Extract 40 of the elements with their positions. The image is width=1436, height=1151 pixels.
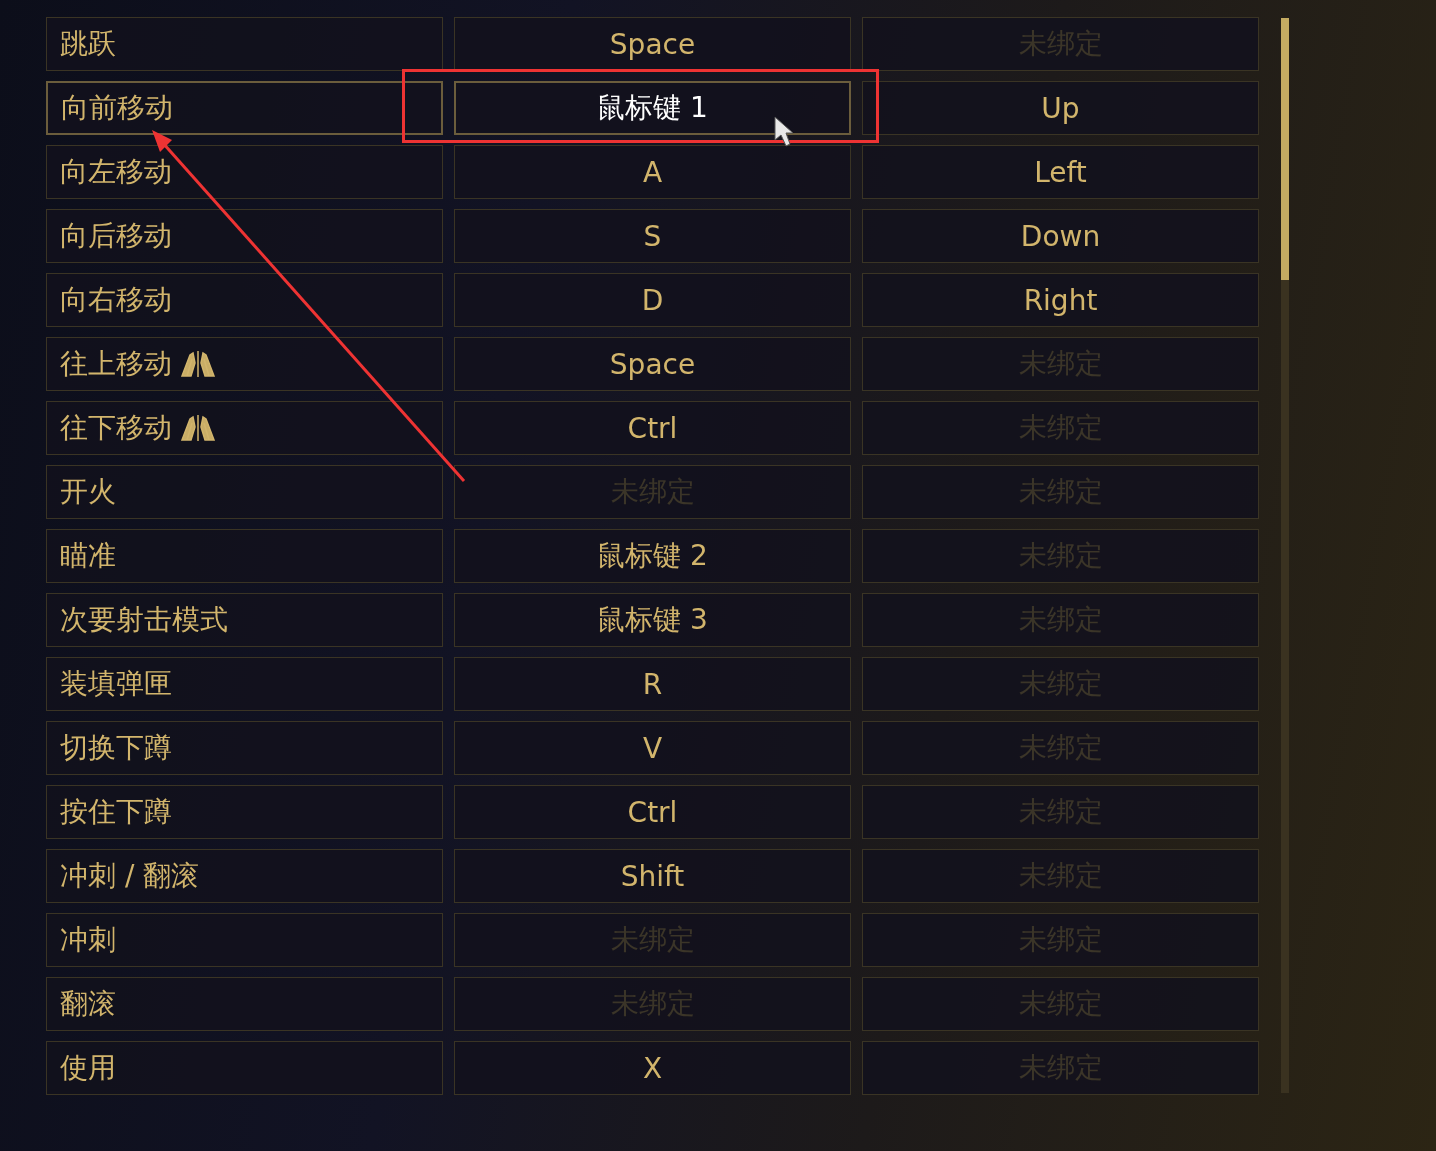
action-label: 向左移动 [60, 154, 172, 190]
action-label: 向前移动 [61, 90, 173, 126]
wings-icon [178, 349, 218, 379]
key-binding-button[interactable]: Right [862, 273, 1259, 327]
key-binding-button[interactable]: Ctrl [454, 785, 851, 839]
key-binding-button[interactable]: Down [862, 209, 1259, 263]
action-label: 翻滚 [60, 986, 116, 1022]
action-label: 开火 [60, 474, 116, 510]
key-binding-button[interactable]: Ctrl [454, 401, 851, 455]
action-label: 次要射击模式 [60, 602, 228, 638]
scrollbar-thumb[interactable] [1281, 18, 1289, 280]
key-binding-button[interactable]: 鼠标键 2 [454, 529, 851, 583]
action-label: 装填弹匣 [60, 666, 172, 702]
key-binding-button[interactable]: Left [862, 145, 1259, 199]
action-label: 使用 [60, 1050, 116, 1086]
key-binding-button[interactable]: X [454, 1041, 851, 1095]
action-label: 按住下蹲 [60, 794, 172, 830]
action-label: 往上移动 [60, 346, 172, 382]
action-label: 往下移动 [60, 410, 172, 446]
key-binding-button[interactable]: 鼠标键 3 [454, 593, 851, 647]
key-binding-button[interactable]: 鼠标键 1 [454, 81, 851, 135]
action-label: 切换下蹲 [60, 730, 172, 766]
key-binding-button[interactable]: D [454, 273, 851, 327]
key-binding-button[interactable]: Space [454, 17, 851, 71]
cursor-icon [774, 116, 794, 147]
action-label: 跳跃 [60, 26, 116, 62]
action-label: 瞄准 [60, 538, 116, 574]
key-binding-button[interactable]: Up [862, 81, 1259, 135]
action-label: 冲刺 [60, 922, 116, 958]
scrollbar-track[interactable] [1281, 18, 1289, 1093]
key-binding-button[interactable]: S [454, 209, 851, 263]
action-label: 向右移动 [60, 282, 172, 318]
key-binding-button[interactable]: V [454, 721, 851, 775]
key-binding-button[interactable]: A [454, 145, 851, 199]
action-label: 向后移动 [60, 218, 172, 254]
key-binding-button[interactable]: R [454, 657, 851, 711]
key-binding-button[interactable]: Space [454, 337, 851, 391]
key-binding-button[interactable]: Shift [454, 849, 851, 903]
wings-icon [178, 413, 218, 443]
action-label: 冲刺 / 翻滚 [60, 858, 200, 894]
